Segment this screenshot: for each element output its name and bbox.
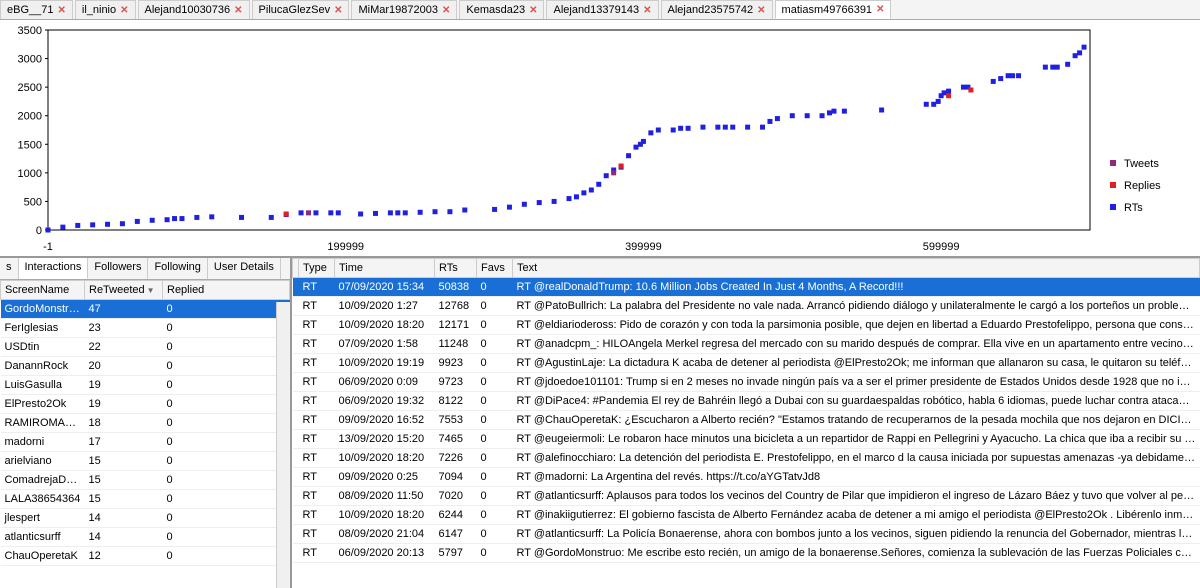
table-row[interactable]: RT09/09/2020 0:2570940RT @madorni: La Ar… [293, 468, 1200, 487]
table-row[interactable]: RT13/09/2020 15:2074650RT @eugeiermoli: … [293, 430, 1200, 449]
column-header[interactable]: ScreenName [1, 281, 85, 300]
user-tab[interactable]: Alejand23575742✕ [661, 0, 773, 19]
svg-text:199999: 199999 [327, 241, 364, 253]
close-icon[interactable]: ✕ [757, 5, 765, 16]
tweets-table[interactable]: TypeTimeRTsFavsText RT07/09/2020 15:3450… [292, 258, 1200, 563]
close-icon[interactable]: ✕ [334, 5, 342, 16]
column-header[interactable]: ReTweeted▼ [85, 281, 163, 300]
svg-text:2500: 2500 [18, 82, 42, 94]
svg-text:Tweets: Tweets [1124, 158, 1159, 170]
table-row[interactable]: ElPresto2Ok190 [1, 395, 290, 414]
svg-text:RTs: RTs [1124, 202, 1143, 214]
table-row[interactable]: USDtin220 [1, 338, 290, 357]
user-tab[interactable]: Alejand10030736✕ [138, 0, 250, 19]
table-row[interactable]: RT09/09/2020 16:5275530RT @ChauOperetaK:… [293, 411, 1200, 430]
table-row[interactable]: RAMIROMAR...180 [1, 414, 290, 433]
svg-text:500: 500 [24, 196, 42, 208]
interactions-table[interactable]: ScreenNameReTweeted▼Replied GordoMonstru… [0, 280, 290, 566]
svg-text:3000: 3000 [18, 54, 42, 66]
table-row[interactable]: RT10/09/2020 1:27127680RT @PatoBullrich:… [293, 297, 1200, 316]
svg-text:0: 0 [36, 225, 42, 237]
svg-text:1500: 1500 [18, 139, 42, 151]
close-icon[interactable]: ✕ [643, 5, 651, 16]
user-tab[interactable]: eBG__71✕ [0, 0, 73, 19]
table-row[interactable]: madorni170 [1, 433, 290, 452]
table-row[interactable]: RT10/09/2020 18:2062440RT @inakiigutierr… [293, 506, 1200, 525]
close-icon[interactable]: ✕ [57, 5, 65, 16]
inner-tab[interactable]: Following [148, 258, 207, 279]
svg-text:599999: 599999 [923, 241, 960, 253]
table-row[interactable]: ChauOperetaK120 [1, 547, 290, 566]
left-inner-tabs: sInteractionsFollowersFollowingUser Deta… [0, 258, 290, 280]
svg-text:-1: -1 [43, 241, 53, 253]
column-header[interactable]: Favs [477, 259, 513, 278]
svg-text:1000: 1000 [18, 168, 42, 180]
user-tab[interactable]: matiasm49766391✕ [775, 0, 892, 19]
column-header[interactable]: Time [335, 259, 435, 278]
close-icon[interactable]: ✕ [442, 5, 450, 16]
table-row[interactable]: arielviano150 [1, 452, 290, 471]
table-row[interactable]: RT10/09/2020 18:2072260RT @alefinocchiar… [293, 449, 1200, 468]
table-row[interactable]: FerIglesias230 [1, 319, 290, 338]
inner-tab[interactable]: Interactions [19, 258, 89, 279]
svg-text:2000: 2000 [18, 111, 42, 123]
table-row[interactable]: RT06/09/2020 19:3281220RT @DiPace4: #Pan… [293, 392, 1200, 411]
user-tab[interactable]: PilucaGlezSev✕ [252, 0, 350, 19]
scatter-chart: 0 500 1000 1500 2000 2500 3000 3500 -1 199999 3999… [0, 20, 1200, 258]
svg-text:399999: 399999 [625, 241, 662, 253]
user-tab[interactable]: Alejand13379143✕ [546, 0, 658, 19]
close-icon[interactable]: ✕ [120, 5, 128, 16]
table-row[interactable]: RT07/09/2020 1:58112480RT @anadcpm_: HIL… [293, 335, 1200, 354]
table-row[interactable]: RT10/09/2020 19:1999230RT @AgustinLaje: … [293, 354, 1200, 373]
user-tabbar: eBG__71✕il_ninio✕Alejand10030736✕PilucaG… [0, 0, 1200, 20]
table-row[interactable]: GordoMonstruo470 [1, 300, 290, 319]
table-row[interactable]: atlanticsurff140 [1, 528, 290, 547]
table-row[interactable]: DanannRock200 [1, 357, 290, 376]
table-row[interactable]: jlespert140 [1, 509, 290, 528]
close-icon[interactable]: ✕ [234, 5, 242, 16]
column-header[interactable]: Text [513, 259, 1200, 278]
table-row[interactable]: RT06/09/2020 20:1357970RT @GordoMonstruo… [293, 544, 1200, 563]
column-header[interactable]: RTs [435, 259, 477, 278]
user-tab[interactable]: il_ninio✕ [75, 0, 136, 19]
table-row[interactable]: RT08/09/2020 11:5070200RT @atlanticsurff… [293, 487, 1200, 506]
table-row[interactable]: RT10/09/2020 18:20121710RT @eldiariodero… [293, 316, 1200, 335]
scrollbar[interactable] [276, 302, 290, 588]
table-row[interactable]: RT07/09/2020 15:34508380RT @realDonaldTr… [293, 278, 1200, 297]
column-header[interactable]: Type [299, 259, 335, 278]
svg-text:3500: 3500 [18, 25, 42, 37]
table-row[interactable]: RT08/09/2020 21:0461470RT @atlanticsurff… [293, 525, 1200, 544]
table-row[interactable]: LuisGasulla190 [1, 376, 290, 395]
table-row[interactable]: LALA38654364150 [1, 490, 290, 509]
table-row[interactable]: ComadrejaDark150 [1, 471, 290, 490]
svg-text:Replies: Replies [1124, 180, 1161, 192]
inner-tab[interactable]: User Details [208, 258, 281, 279]
close-icon[interactable]: ✕ [529, 5, 537, 16]
inner-tab[interactable]: s [0, 258, 19, 279]
inner-tab[interactable]: Followers [88, 258, 148, 279]
close-icon[interactable]: ✕ [876, 4, 884, 15]
column-header[interactable]: Replied [163, 281, 290, 300]
table-row[interactable]: RT06/09/2020 0:0997230RT @jdoedoe101101:… [293, 373, 1200, 392]
user-tab[interactable]: Kemasda23✕ [459, 0, 544, 19]
user-tab[interactable]: MiMar19872003✕ [351, 0, 457, 19]
